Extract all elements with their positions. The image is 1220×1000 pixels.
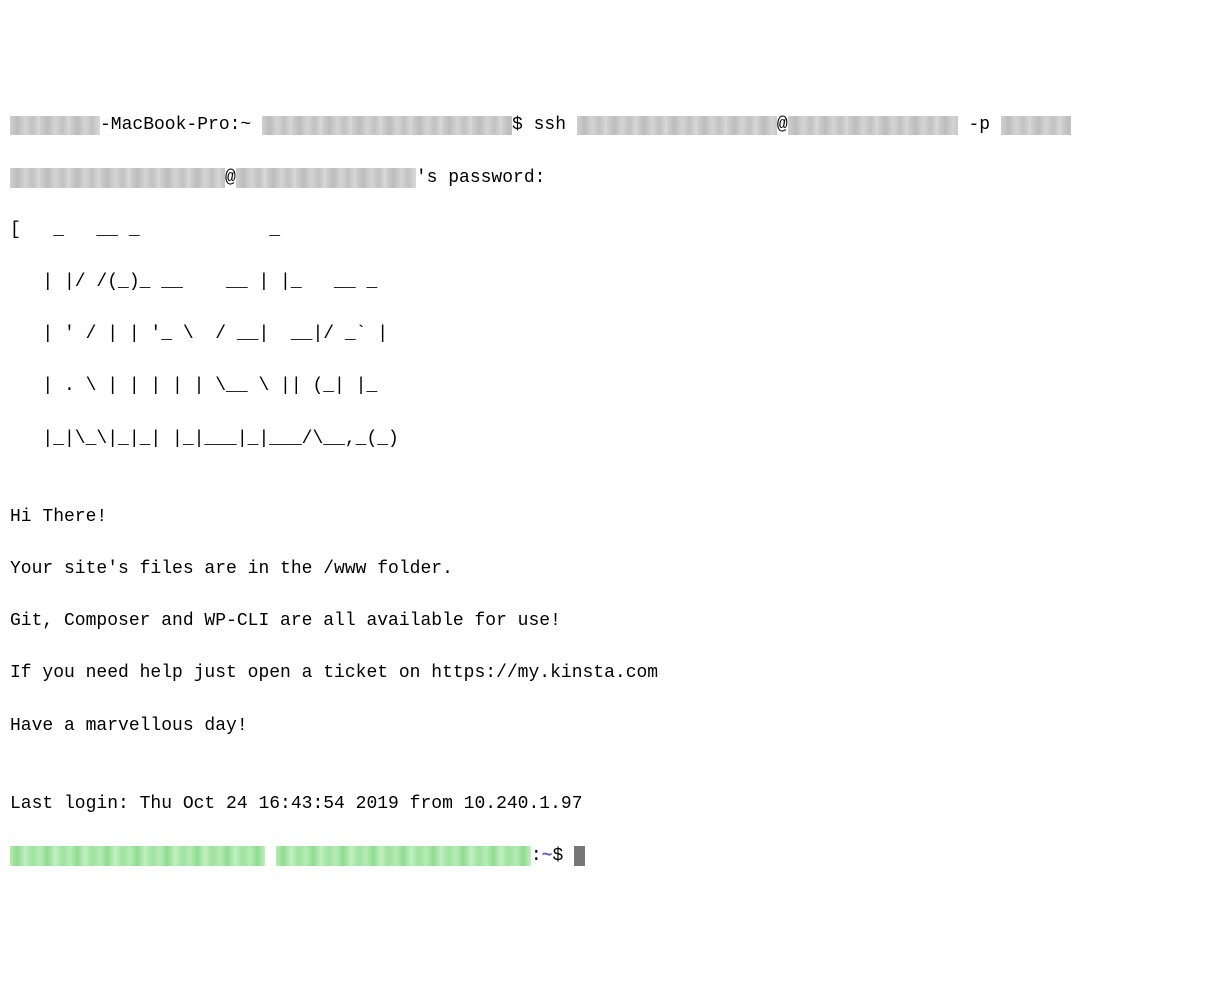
local-host-prefix: -MacBook-Pro:~	[100, 115, 262, 135]
remote-prompt-line[interactable]: :~$	[10, 843, 1210, 869]
last-login-line: Last login: Thu Oct 24 16:43:54 2019 fro…	[10, 791, 1210, 817]
terminal-line-1: -MacBook-Pro:~ $ ssh @ -p	[10, 112, 1210, 138]
gap	[265, 846, 276, 866]
ascii-art-line: | ' / | | '_ \ / __| __|/ _` |	[10, 321, 1210, 347]
ascii-art-line: | |/ /(_)_ __ __ | |_ __ _	[10, 269, 1210, 295]
redacted-remote-prompt-userhost	[10, 846, 265, 866]
welcome-line: If you need help just open a ticket on h…	[10, 660, 1210, 686]
redacted-remote-prompt-userhost-2	[276, 846, 531, 866]
at-symbol-2: @	[225, 168, 236, 188]
redacted-ssh-port	[1001, 116, 1071, 136]
at-symbol: @	[777, 115, 788, 135]
password-prompt-label: 's password:	[416, 168, 546, 188]
prompt-tilde: ~	[542, 846, 553, 866]
redacted-ssh-user	[577, 116, 777, 136]
ascii-art-line: [ _ __ _ _	[10, 217, 1210, 243]
welcome-line: Hi There!	[10, 504, 1210, 530]
redacted-remote-user	[10, 168, 225, 188]
welcome-line: Git, Composer and WP-CLI are all availab…	[10, 608, 1210, 634]
redacted-localusername	[262, 116, 512, 136]
redacted-ssh-host	[788, 116, 958, 136]
terminal-line-2: @ 's password:	[10, 165, 1210, 191]
terminal-cursor[interactable]	[574, 846, 585, 866]
ssh-port-flag: -p	[958, 115, 1001, 135]
redacted-remote-host	[236, 168, 416, 188]
ascii-art-line: | . \ | | | | | \__ \ || (_| |_	[10, 373, 1210, 399]
prompt-dollar: $	[552, 846, 574, 866]
ascii-art-line: |_|\_\|_|_| |_|___|_|___/\__,_(_)	[10, 426, 1210, 452]
prompt-colon: :	[531, 846, 542, 866]
welcome-line: Your site's files are in the /www folder…	[10, 556, 1210, 582]
ssh-command-prefix: $ ssh	[512, 115, 577, 135]
welcome-line: Have a marvellous day!	[10, 713, 1210, 739]
redacted-localuser	[10, 116, 100, 136]
